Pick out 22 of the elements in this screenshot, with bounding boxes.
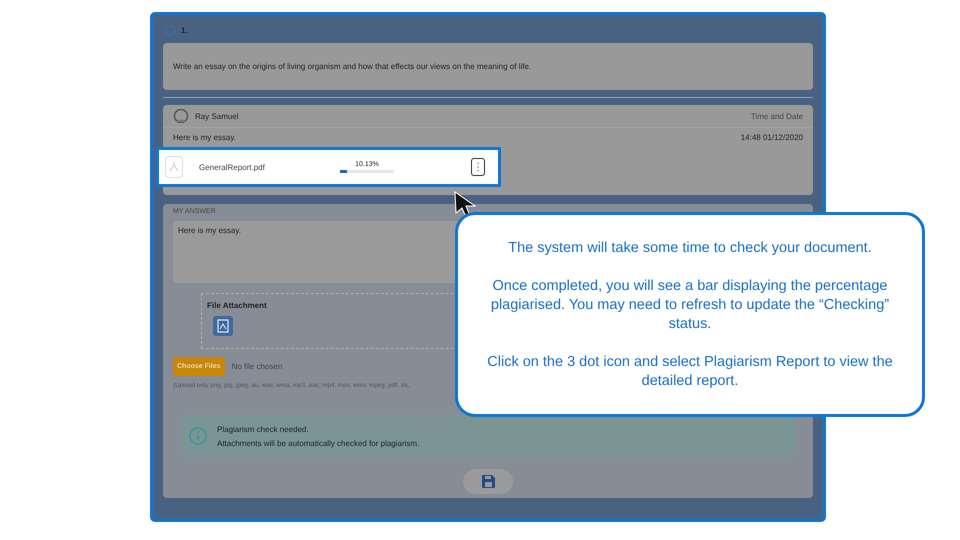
- date-heading: Time and Date: [750, 112, 803, 120]
- question-text: Write an essay on the origins of living organism and how that effects our views on the meaning of life.: [173, 62, 532, 71]
- save-button[interactable]: [463, 469, 513, 494]
- question-icon: [165, 24, 176, 36]
- callout-text: Click on the 3 dot icon and select Plagiarism Report to view the detailed report.: [486, 353, 894, 391]
- info-icon: [189, 427, 207, 446]
- no-file-text: No file chosen: [232, 362, 282, 372]
- callout-text: The system will take some time to check your document.: [507, 239, 873, 258]
- notice-text: Plagiarism check needed.: [217, 424, 310, 434]
- avatar-icon: [173, 109, 189, 123]
- author-name: Ray Samuel: [195, 112, 239, 120]
- save-icon: [482, 475, 494, 488]
- question-number: 1.: [181, 26, 188, 34]
- more-options-button[interactable]: [471, 158, 485, 176]
- callout-text: Once completed, you will see a bar displaying the percentage plagiarised. You may need to refresh to update the “Checking” status.: [490, 277, 890, 334]
- file-name: GeneralReport.pdf: [199, 162, 266, 172]
- attachment-label: File Attachment: [207, 301, 267, 310]
- pdf-file-icon: [165, 156, 183, 178]
- response-text: Here is my essay.: [173, 133, 236, 142]
- notice-text: Attachments will be automatically checked for plagiarism.: [217, 438, 420, 448]
- pdf-file-icon: [213, 316, 233, 336]
- timestamp: 14:48 01/12/2020: [740, 133, 803, 142]
